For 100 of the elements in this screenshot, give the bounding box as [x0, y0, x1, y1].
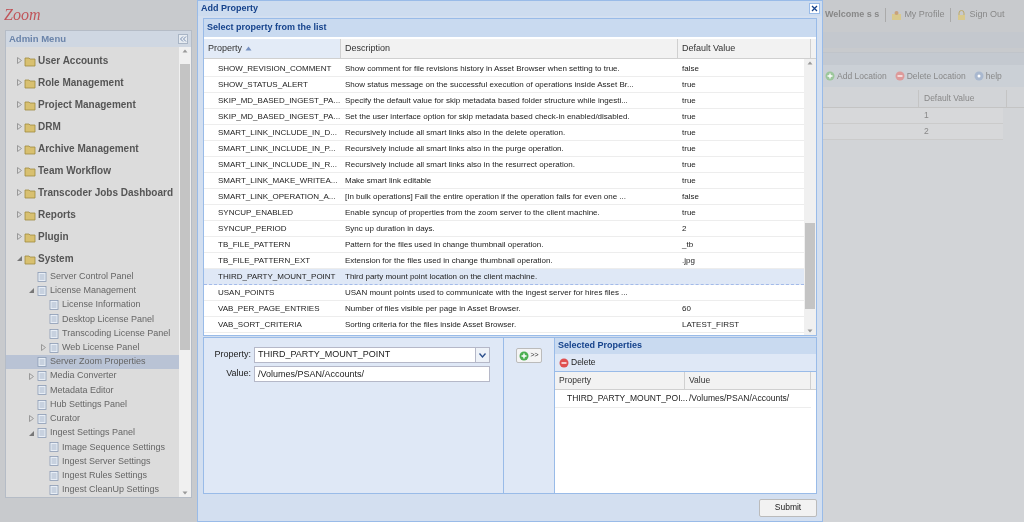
- table-row[interactable]: SHOW_STATUS_ALERT Show status message on the successful execution of operations inside Asset Br... true: [204, 77, 804, 93]
- table-row[interactable]: SHOW_REVISION_COMMENT Show comment for file revisions history in Asset Browser when setting to true. false: [204, 61, 804, 77]
- table-row[interactable]: VAB_PER_PAGE_ENTRIES Number of files visible per page in Asset Browser. 60: [204, 301, 804, 317]
- table-cell-text: _tb: [681, 238, 694, 251]
- tree-item[interactable]: System: [6, 247, 179, 270]
- folder-icon: [24, 54, 36, 67]
- property-dropdown[interactable]: THIRD_PARTY_MOUNT_POINT: [254, 347, 490, 363]
- table-row[interactable]: THIRD_PARTY_MOUNT_POINT Third party mount point location on the client machine.: [204, 269, 804, 285]
- tree-item[interactable]: Project Management: [6, 93, 179, 116]
- scrollbar[interactable]: [179, 47, 191, 497]
- collapsed-arrow-icon[interactable]: [15, 145, 23, 153]
- tree-item[interactable]: Server Control Panel: [6, 269, 179, 284]
- tree-item[interactable]: Plugin: [6, 225, 179, 248]
- page-icon: [36, 270, 48, 283]
- column-header[interactable]: Property: [204, 39, 341, 58]
- tree-item[interactable]: DRM: [6, 115, 179, 138]
- table-cell-text: Show status message on the successful execution of operations inside Asset Br...: [344, 78, 635, 91]
- table-cell-text: Set the user interface option for skip metadata based check-in enabled/disabled.: [344, 110, 631, 123]
- expanded-arrow-icon[interactable]: [15, 255, 23, 263]
- table-row[interactable]: SYNCUP_ENABLED Enable syncup of properties from the zoom server to the client machine. true: [204, 205, 804, 221]
- table-cell-text: SMART_LINK_INCLUDE_IN_D...: [217, 126, 338, 139]
- page-icon: [48, 469, 60, 482]
- collapsed-arrow-icon[interactable]: [15, 189, 23, 197]
- column-header[interactable]: Property: [555, 372, 685, 389]
- tree-item[interactable]: Media Converter: [6, 369, 179, 384]
- scroll-up-icon[interactable]: [807, 59, 813, 67]
- column-header[interactable]: Value: [685, 372, 811, 389]
- value-field[interactable]: /Volumes/PSAN/Accounts/: [254, 366, 490, 382]
- table-row[interactable]: SMART_LINK_INCLUDE_IN_D... Recursively include all smart links also in the delete operation. true: [204, 125, 804, 141]
- table-cell-text: true: [681, 110, 696, 123]
- tree-item[interactable]: Ingest Server Settings: [6, 454, 179, 469]
- field-label: Property:: [213, 348, 252, 362]
- tree-item[interactable]: Transcoder Jobs Dashboard: [6, 181, 179, 204]
- collapse-icon[interactable]: [178, 34, 188, 44]
- lock-icon: [956, 9, 968, 21]
- tree-item[interactable]: User Accounts: [6, 50, 179, 72]
- column-header[interactable]: Description: [341, 39, 678, 58]
- tree-item[interactable]: Hub Settings Panel: [6, 397, 179, 412]
- page-icon: [48, 313, 60, 326]
- panel-title: Admin Menu: [9, 31, 66, 46]
- tree-item[interactable]: Desktop License Panel: [6, 312, 179, 327]
- table-cell-text: Sorting criteria for the files inside Asset Browser.: [344, 318, 518, 331]
- scroll-down-icon[interactable]: [807, 327, 813, 335]
- table-cell-text: /Volumes/PSAN/Accounts/: [688, 392, 790, 405]
- table-cell-text: Enable syncup of properties from the zoom server to the client machine.: [344, 206, 601, 219]
- table-row[interactable]: SYNCUP_PERIOD Sync up duration in days. 2: [204, 221, 804, 237]
- page-icon: [48, 483, 60, 496]
- collapsed-arrow-icon[interactable]: [15, 233, 23, 241]
- column-header[interactable]: Default Value: [678, 39, 811, 58]
- page-icon: [48, 299, 60, 312]
- scroll-up-icon[interactable]: [182, 47, 188, 55]
- table-cell-text: 1: [923, 109, 929, 123]
- table-cell-text: Recursively include all smart links also in the purge operation.: [344, 142, 565, 155]
- table-cell-text: SMART_LINK_OPERATION_A...: [217, 190, 337, 203]
- collapsed-arrow-icon[interactable]: [15, 167, 23, 175]
- table-cell-text: true: [681, 158, 696, 171]
- table-cell-text: THIRD_PARTY_MOUNT_POI...: [566, 392, 685, 405]
- delete-button[interactable]: Delete: [559, 356, 596, 369]
- collapsed-arrow-icon[interactable]: [15, 123, 23, 131]
- close-button[interactable]: [809, 3, 820, 14]
- folder-icon: [24, 252, 36, 265]
- tree-item[interactable]: Server Zoom Properties: [6, 354, 179, 370]
- tree-item[interactable]: Transcoding License Panel: [6, 326, 179, 341]
- table-cell-text: true: [681, 94, 696, 107]
- table-row[interactable]: VAB_SORT_CRITERIA Sorting criteria for the files inside Asset Browser. LATEST_FIRST: [204, 317, 804, 333]
- tree-item[interactable]: Archive Management: [6, 137, 179, 160]
- tree-item[interactable]: License Management: [6, 283, 179, 298]
- table-row[interactable]: SKIP_MD_BASED_INGEST_PA... Set the user interface option for skip metadata based check-in enabled/disabled. true: [204, 109, 804, 125]
- collapsed-arrow-icon[interactable]: [39, 344, 47, 352]
- tree-item[interactable]: Role Management: [6, 71, 179, 94]
- tree-item[interactable]: Image Sequence Settings: [6, 440, 179, 455]
- tree-item[interactable]: Ingest Settings Panel: [6, 425, 179, 441]
- tree-item[interactable]: License Information: [6, 297, 179, 313]
- submit-button[interactable]: Submit: [759, 498, 817, 517]
- tree-item[interactable]: Ingest Rules Settings: [6, 468, 179, 483]
- table-row[interactable]: USAN_POINTS USAN mount points used to communicate with the ingest server for hires files ...: [204, 285, 804, 301]
- scrollbar[interactable]: [804, 59, 816, 335]
- table-row[interactable]: TB_FILE_PATTERN Pattern for the files used in change thumbnail operation. _tb: [204, 237, 804, 253]
- expanded-arrow-icon[interactable]: [27, 429, 35, 437]
- table-row[interactable]: SMART_LINK_INCLUDE_IN_R... Recursively include all smart links also in the resurrect operation. true: [204, 157, 804, 173]
- collapsed-arrow-icon[interactable]: [27, 415, 35, 423]
- collapsed-arrow-icon[interactable]: [27, 372, 35, 380]
- collapsed-arrow-icon[interactable]: [15, 211, 23, 219]
- scroll-down-icon[interactable]: [182, 489, 188, 497]
- collapsed-arrow-icon[interactable]: [15, 101, 23, 109]
- expanded-arrow-icon[interactable]: [27, 287, 35, 295]
- tree-item[interactable]: Team Workflow: [6, 159, 179, 182]
- table-row[interactable]: SMART_LINK_INCLUDE_IN_P... Recursively include all smart links also in the purge operation. true: [204, 141, 804, 157]
- tree-item[interactable]: Curator: [6, 411, 179, 426]
- tree-item[interactable]: Web License Panel: [6, 340, 179, 355]
- table-row[interactable]: SKIP_MD_BASED_INGEST_PA... Specify the default value for skip metadata based folder structure while ingesti... true: [204, 93, 804, 109]
- collapsed-arrow-icon[interactable]: [15, 57, 23, 65]
- table-cell-text: SMART_LINK_MAKE_WRITEA...: [217, 174, 339, 187]
- table-row[interactable]: SMART_LINK_MAKE_WRITEA... Make smart link editable true: [204, 173, 804, 189]
- table-row[interactable]: SMART_LINK_OPERATION_A... [In bulk operations] Fail the entire operation if the operation fails for even one ... false: [204, 189, 804, 205]
- collapsed-arrow-icon[interactable]: [15, 79, 23, 87]
- profile-icon: [891, 9, 903, 21]
- tree-item[interactable]: Ingest CleanUp Settings: [6, 482, 179, 497]
- tree-item[interactable]: Metadata Editor: [6, 383, 179, 398]
- tree-item[interactable]: Reports: [6, 203, 179, 226]
